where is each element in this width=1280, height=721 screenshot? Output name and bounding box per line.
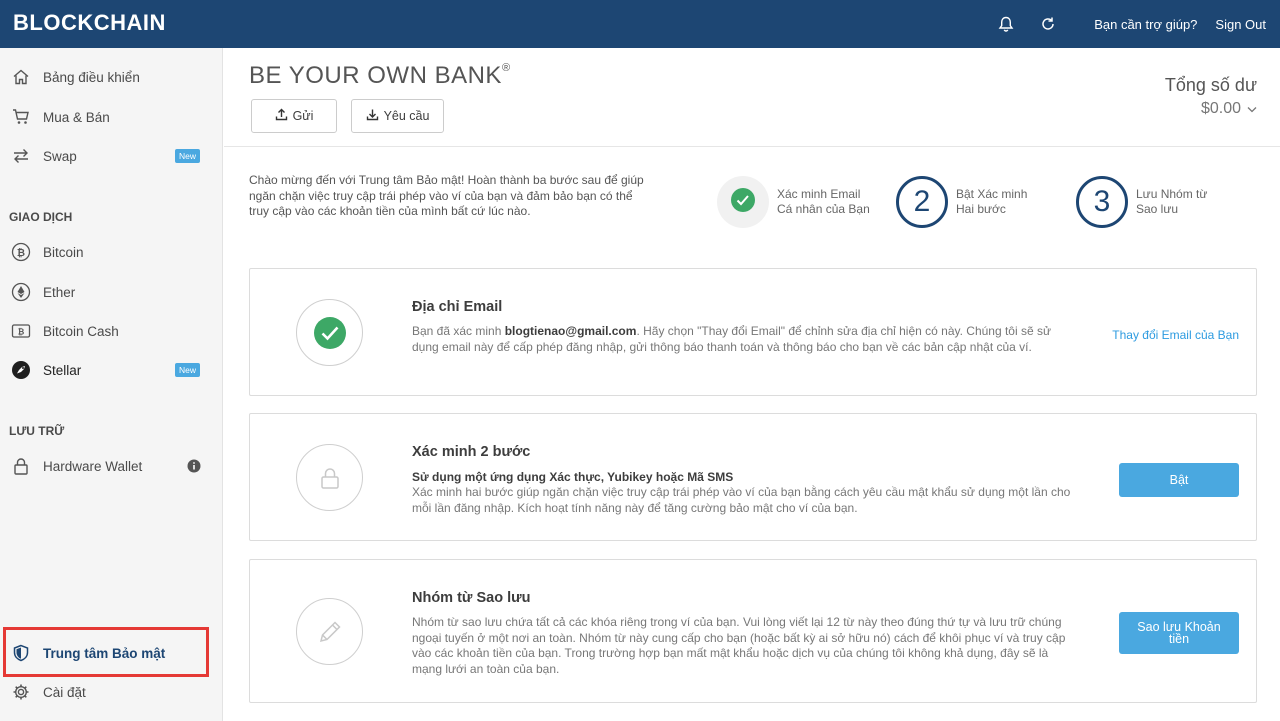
main-content: BE YOUR OWN BANK® Gửi Yêu cầu Tổng số dư…: [224, 48, 1280, 721]
two-step-card: Xác minh 2 bước Sử dụng một ứng dụng Xác…: [249, 413, 1257, 541]
upload-icon: [275, 108, 288, 124]
send-button[interactable]: Gửi: [251, 99, 337, 133]
backup-card-desc: Nhóm từ sao lưu chứa tất cả các khóa riê…: [412, 615, 1066, 676]
step-2-line1: Bật Xác minh: [956, 186, 1028, 201]
divider: [224, 146, 1280, 147]
step-3-circle: 3: [1076, 176, 1128, 228]
balance-dropdown[interactable]: $0.00: [1201, 100, 1257, 118]
cart-icon: [11, 107, 31, 127]
two-step-card-subtitle: Sử dụng một ứng dụng Xác thực, Yubikey h…: [412, 470, 734, 484]
sidebar-item-dashboard[interactable]: Bảng điều khiển: [0, 59, 223, 95]
step-1-text: Xác minh Email Cá nhân của Bạn: [777, 187, 887, 218]
top-bar: BLOCKCHAIN Bạn cần trợ giúp? Sign Out: [0, 0, 1280, 48]
padlock-icon: [296, 444, 363, 511]
step-1-line2: Cá nhân của Bạn: [777, 202, 870, 216]
swap-icon: [11, 146, 31, 166]
lock-icon: [11, 456, 31, 476]
registered-mark: ®: [501, 62, 511, 74]
change-email-link[interactable]: Thay đổi Email của Bạn: [1112, 328, 1239, 342]
verified-email: blogtienao@gmail.com: [504, 324, 637, 338]
bell-icon[interactable]: [992, 10, 1020, 38]
backup-card-title: Nhóm từ Sao lưu: [412, 590, 531, 606]
two-step-card-desc: Xác minh hai bước giúp ngăn chặn việc tr…: [412, 485, 1071, 515]
sidebar-item-swap[interactable]: Swap New: [0, 138, 223, 174]
logo[interactable]: BLOCKCHAIN: [13, 10, 166, 36]
step-3: 3 Lưu Nhóm từ Sao lưu: [1076, 176, 1246, 228]
sidebar-item-label: Cài đặt: [43, 684, 86, 700]
page-title-text: BE YOUR OWN BANK: [249, 62, 502, 89]
shield-icon: [11, 643, 31, 663]
gear-icon: [11, 682, 31, 702]
sidebar-item-label: Bảng điều khiển: [43, 69, 140, 85]
pencil-icon: [296, 598, 363, 665]
stellar-icon: [11, 360, 31, 380]
help-link[interactable]: Bạn cần trợ giúp?: [1094, 17, 1197, 32]
svg-text:₿: ₿: [17, 247, 25, 259]
sidebar-item-label: Bitcoin Cash: [43, 323, 119, 339]
step-3-line2: Sao lưu: [1136, 202, 1179, 216]
ether-icon: [11, 282, 31, 302]
trade-section-title: GIAO DỊCH: [9, 210, 73, 224]
sidebar-item-bitcoin[interactable]: ₿ Bitcoin: [0, 234, 223, 270]
info-icon[interactable]: [187, 459, 201, 478]
sidebar: Bảng điều khiển Mua & Bán Swap New GIAO …: [0, 48, 223, 721]
balance-label: Tổng số dư: [1164, 75, 1257, 95]
step-1: Xác minh Email Cá nhân của Bạn: [717, 176, 887, 228]
home-icon: [11, 67, 31, 87]
sidebar-item-bitcoin-cash[interactable]: ₿ Bitcoin Cash: [0, 313, 223, 349]
backup-card: Nhóm từ Sao lưu Nhóm từ sao lưu chứa tất…: [249, 559, 1257, 703]
new-badge: New: [175, 149, 201, 163]
step-3-text: Lưu Nhóm từ Sao lưu: [1136, 187, 1246, 218]
sidebar-item-settings[interactable]: Cài đặt: [0, 674, 223, 710]
intro-text: Chào mừng đến với Trung tâm Bảo mật! Hoà…: [249, 173, 644, 218]
sidebar-item-security-center[interactable]: Trung tâm Bảo mật: [0, 635, 223, 671]
step-2-line2: Hai bước: [956, 202, 1006, 216]
two-step-card-title: Xác minh 2 bước: [412, 444, 531, 460]
new-badge: New: [175, 363, 201, 377]
sidebar-item-hardware-wallet[interactable]: Hardware Wallet: [0, 448, 223, 484]
sidebar-item-stellar[interactable]: Stellar New: [0, 352, 223, 388]
bitcoin-icon: ₿: [11, 242, 31, 262]
sidebar-item-label: Trung tâm Bảo mật: [43, 645, 166, 661]
sidebar-item-label: Hardware Wallet: [43, 458, 143, 474]
email-card: Địa chỉ Email Bạn đã xác minh blogtienao…: [249, 268, 1257, 396]
step-2-text: Bật Xác minh Hai bước: [956, 187, 1066, 218]
step-1-line1: Xác minh Email: [777, 186, 861, 201]
storage-section-title: LƯU TRỮ: [9, 424, 65, 438]
email-desc-pre: Bạn đã xác minh: [412, 324, 505, 338]
sidebar-item-label: Ether: [43, 284, 76, 300]
email-verified-icon: [296, 299, 363, 366]
email-card-desc: Bạn đã xác minh blogtienao@gmail.com. Hã…: [412, 324, 1072, 355]
sign-out-link[interactable]: Sign Out: [1215, 17, 1266, 32]
sidebar-item-label: Bitcoin: [43, 244, 84, 260]
top-right-actions: Bạn cần trợ giúp? Sign Out: [992, 0, 1266, 48]
enable-2fa-button[interactable]: Bật: [1119, 463, 1239, 497]
step-3-line1: Lưu Nhóm từ: [1136, 186, 1208, 201]
step-2-circle: 2: [896, 176, 948, 228]
bitcoin-cash-icon: ₿: [11, 321, 31, 341]
sidebar-item-label: Swap: [43, 148, 77, 164]
step-2: 2 Bật Xác minh Hai bước: [896, 176, 1066, 228]
download-icon: [366, 108, 379, 124]
send-label: Gửi: [292, 109, 314, 123]
check-icon: [730, 187, 756, 218]
email-card-title: Địa chỉ Email: [412, 299, 503, 315]
svg-text:₿: ₿: [18, 328, 25, 337]
sidebar-item-label: Stellar: [43, 362, 82, 378]
sidebar-item-ether[interactable]: Ether: [0, 274, 223, 310]
chevron-down-icon: [1247, 100, 1257, 118]
step-1-circle: [717, 176, 769, 228]
refresh-icon[interactable]: [1034, 10, 1062, 38]
request-button[interactable]: Yêu cầu: [351, 99, 444, 133]
sidebar-item-label: Mua & Bán: [43, 109, 110, 125]
sidebar-item-buy-sell[interactable]: Mua & Bán: [0, 99, 223, 135]
balance-value: $0.00: [1200, 100, 1241, 117]
request-label: Yêu cầu: [383, 109, 430, 123]
backup-funds-button[interactable]: Sao lưu Khoản tiền: [1119, 612, 1239, 654]
page-title: BE YOUR OWN BANK®: [249, 62, 511, 90]
